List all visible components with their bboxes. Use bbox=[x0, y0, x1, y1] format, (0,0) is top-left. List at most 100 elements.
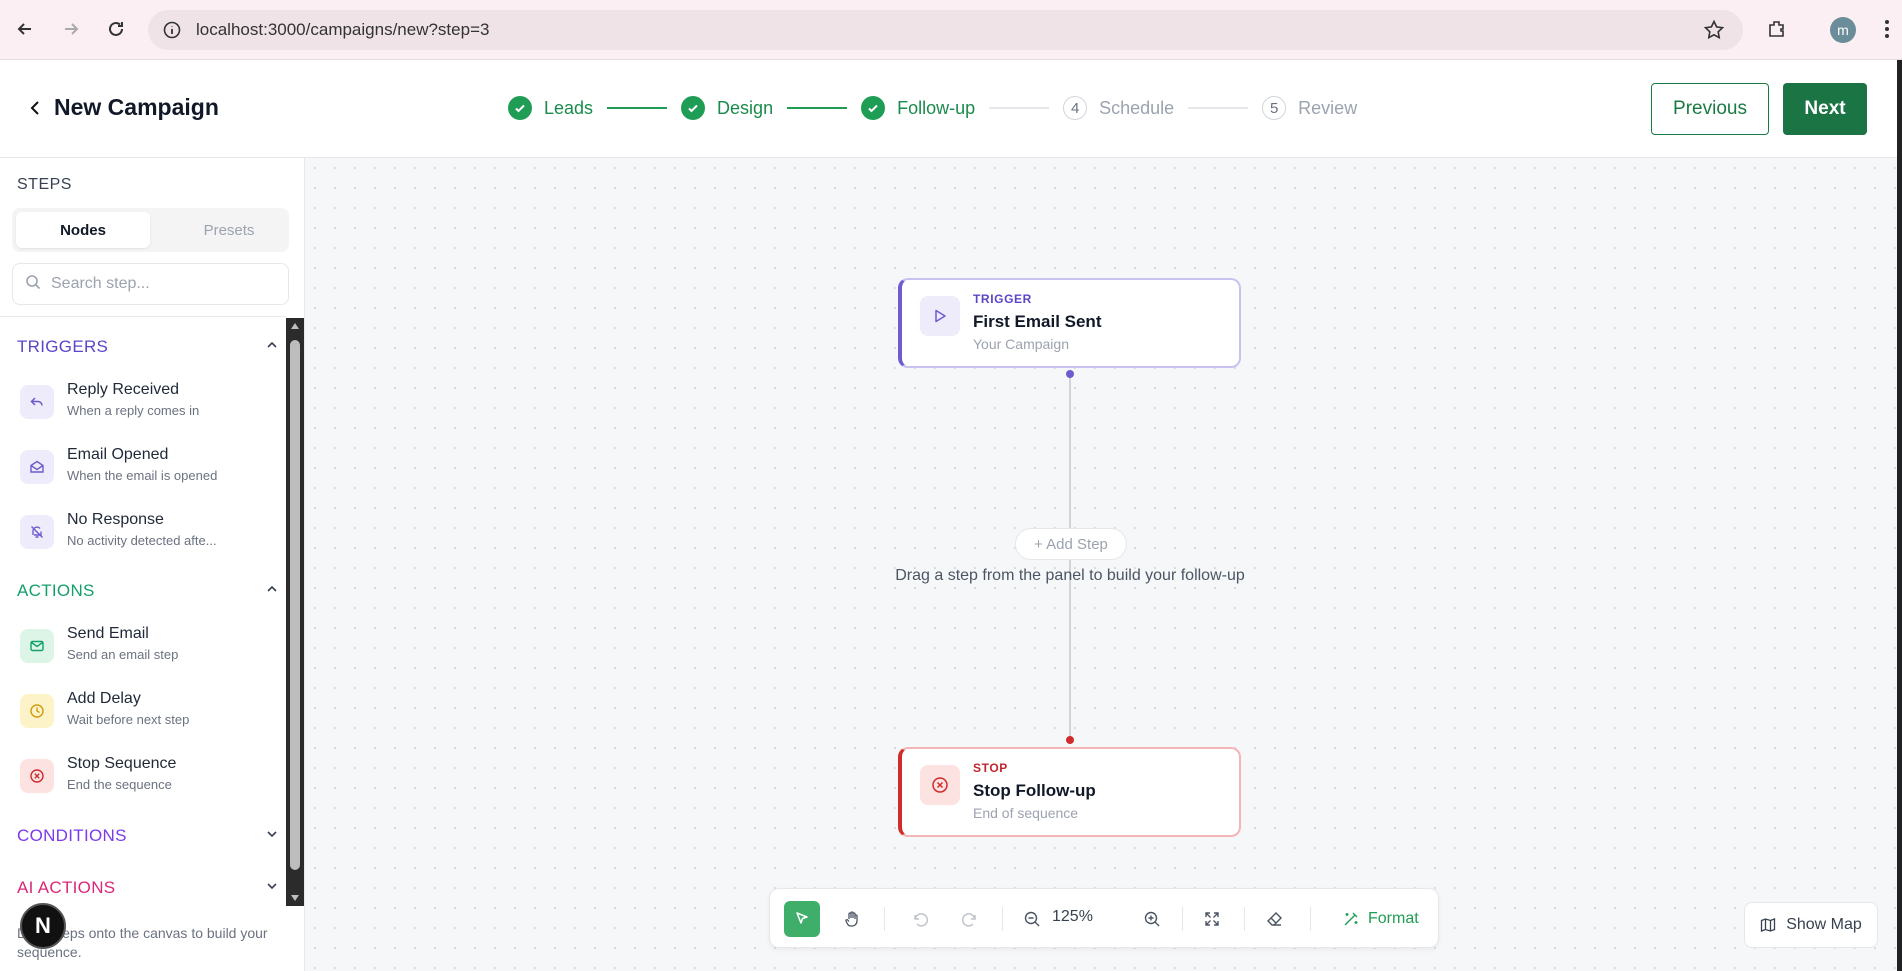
steps-sidebar: STEPS Nodes Presets TRIGGERS Reply Recei… bbox=[0, 158, 305, 971]
toolbar-divider bbox=[1002, 907, 1003, 931]
step-follow-up[interactable]: Follow-up bbox=[861, 96, 975, 120]
bookmark-star-icon[interactable] bbox=[1703, 19, 1725, 46]
mail-open-icon bbox=[20, 450, 54, 484]
item-subtitle: Wait before next step bbox=[67, 712, 190, 727]
clock-icon bbox=[20, 694, 54, 728]
zoom-out-icon[interactable] bbox=[1014, 901, 1050, 937]
toolbar-divider bbox=[884, 907, 885, 931]
item-title: Add Delay bbox=[67, 690, 141, 707]
item-title: No Response bbox=[67, 511, 164, 528]
redo-icon[interactable] bbox=[952, 901, 988, 937]
node-subtitle: Your Campaign bbox=[973, 336, 1069, 352]
step-leads[interactable]: Leads bbox=[508, 96, 593, 120]
chevron-down-icon bbox=[265, 827, 279, 846]
check-icon bbox=[508, 96, 532, 120]
show-map-button[interactable]: Show Map bbox=[1744, 902, 1878, 948]
step-schedule[interactable]: 4 Schedule bbox=[1063, 96, 1174, 120]
section-conditions[interactable]: CONDITIONS bbox=[17, 824, 279, 848]
toolbar-divider bbox=[1182, 907, 1183, 931]
search-icon bbox=[25, 274, 41, 295]
node-kicker: STOP bbox=[973, 761, 1008, 775]
extensions-icon[interactable] bbox=[1764, 16, 1790, 42]
bell-off-icon bbox=[20, 515, 54, 549]
select-pointer-icon[interactable] bbox=[784, 901, 820, 937]
site-info-icon[interactable] bbox=[162, 20, 182, 40]
list-item-email-opened[interactable]: Email Opened When the email is opened bbox=[20, 446, 280, 498]
reply-icon bbox=[20, 385, 54, 419]
step-connector bbox=[989, 107, 1050, 109]
check-icon bbox=[681, 96, 706, 120]
address-bar[interactable]: localhost:3000/campaigns/new?step=3 bbox=[148, 10, 1743, 50]
section-triggers[interactable]: TRIGGERS bbox=[17, 335, 279, 359]
profile-avatar[interactable]: m bbox=[1830, 17, 1856, 43]
fit-view-icon[interactable] bbox=[1194, 901, 1230, 937]
section-title: AI ACTIONS bbox=[17, 878, 116, 897]
tab-nodes[interactable]: Nodes bbox=[16, 212, 150, 248]
tab-presets[interactable]: Presets bbox=[162, 212, 296, 248]
browser-toolbar: localhost:3000/campaigns/new?step=3 m bbox=[0, 0, 1902, 60]
scroll-up-arrow-icon[interactable] bbox=[290, 322, 300, 330]
sidebar-scrollbar[interactable] bbox=[286, 318, 304, 906]
step-label: Design bbox=[717, 97, 774, 118]
list-item-send-email[interactable]: Send Email Send an email step bbox=[20, 625, 280, 677]
trigger-node[interactable]: TRIGGER First Email Sent Your Campaign bbox=[898, 278, 1241, 368]
section-actions[interactable]: ACTIONS bbox=[17, 579, 279, 603]
back-chevron-icon[interactable] bbox=[26, 98, 46, 123]
zoom-level: 125% bbox=[1052, 908, 1093, 925]
add-step-button[interactable]: + Add Step bbox=[1015, 528, 1127, 560]
stop-circle-icon bbox=[920, 765, 960, 805]
canvas-hint: Drag a step from the panel to build your… bbox=[895, 567, 1245, 584]
url-text: localhost:3000/campaigns/new?step=3 bbox=[196, 20, 490, 39]
item-subtitle: No activity detected afte... bbox=[67, 533, 217, 548]
stop-node[interactable]: STOP Stop Follow-up End of sequence bbox=[898, 747, 1241, 837]
next-button[interactable]: Next bbox=[1783, 83, 1867, 135]
previous-button[interactable]: Previous bbox=[1651, 83, 1769, 135]
scroll-thumb[interactable] bbox=[290, 340, 300, 870]
flow-canvas[interactable]: TRIGGER First Email Sent Your Campaign +… bbox=[305, 158, 1897, 971]
mail-icon bbox=[20, 629, 54, 663]
zoom-in-icon[interactable] bbox=[1134, 901, 1170, 937]
campaign-stepper: Leads Design Follow-up 4 Schedule 5 Revi… bbox=[508, 96, 1357, 120]
hand-pan-icon[interactable] bbox=[834, 901, 870, 937]
node-subtitle: End of sequence bbox=[973, 805, 1079, 821]
step-connector bbox=[1188, 107, 1249, 109]
reload-icon[interactable] bbox=[103, 16, 129, 42]
list-item-add-delay[interactable]: Add Delay Wait before next step bbox=[20, 690, 280, 742]
check-icon bbox=[861, 96, 886, 120]
step-review[interactable]: 5 Review bbox=[1262, 96, 1357, 120]
list-item-reply-received[interactable]: Reply Received When a reply comes in bbox=[20, 381, 280, 433]
map-icon bbox=[1761, 918, 1776, 932]
section-title: TRIGGERS bbox=[17, 337, 109, 356]
app-header: New Campaign Leads Design Follow-up 4 Sc… bbox=[0, 60, 1902, 158]
node-handle[interactable] bbox=[1066, 736, 1074, 744]
menu-kebab-icon[interactable] bbox=[1874, 16, 1900, 42]
node-title: First Email Sent bbox=[973, 312, 1102, 331]
step-label: Follow-up bbox=[897, 97, 976, 118]
stop-circle-icon bbox=[20, 759, 54, 793]
sidebar-title: STEPS bbox=[17, 176, 72, 193]
search-input[interactable] bbox=[51, 275, 261, 293]
toolbar-divider bbox=[1244, 907, 1245, 931]
magic-wand-icon bbox=[1344, 912, 1358, 926]
window-edge bbox=[1897, 60, 1902, 971]
item-title: Stop Sequence bbox=[67, 755, 177, 772]
format-button[interactable]: Format bbox=[1342, 901, 1419, 937]
item-subtitle: End the sequence bbox=[67, 777, 172, 792]
toolbar-divider bbox=[1310, 907, 1311, 931]
back-arrow-icon[interactable] bbox=[12, 16, 38, 42]
undo-icon[interactable] bbox=[902, 901, 938, 937]
page-title: New Campaign bbox=[54, 94, 219, 120]
node-handle[interactable] bbox=[1066, 370, 1074, 378]
scroll-down-arrow-icon[interactable] bbox=[290, 894, 300, 902]
step-label: Schedule bbox=[1099, 97, 1175, 118]
list-item-stop-sequence[interactable]: Stop Sequence End the sequence bbox=[20, 755, 280, 807]
section-title: CONDITIONS bbox=[17, 826, 127, 845]
chevron-down-icon bbox=[265, 879, 279, 898]
list-item-no-response[interactable]: No Response No activity detected afte... bbox=[20, 511, 280, 563]
section-ai-actions[interactable]: AI ACTIONS bbox=[17, 876, 279, 900]
node-title: Stop Follow-up bbox=[973, 781, 1096, 800]
eraser-icon[interactable] bbox=[1256, 901, 1292, 937]
step-design[interactable]: Design bbox=[681, 96, 773, 120]
forward-arrow-icon[interactable] bbox=[58, 16, 84, 42]
dev-tools-badge[interactable]: N bbox=[20, 903, 66, 949]
